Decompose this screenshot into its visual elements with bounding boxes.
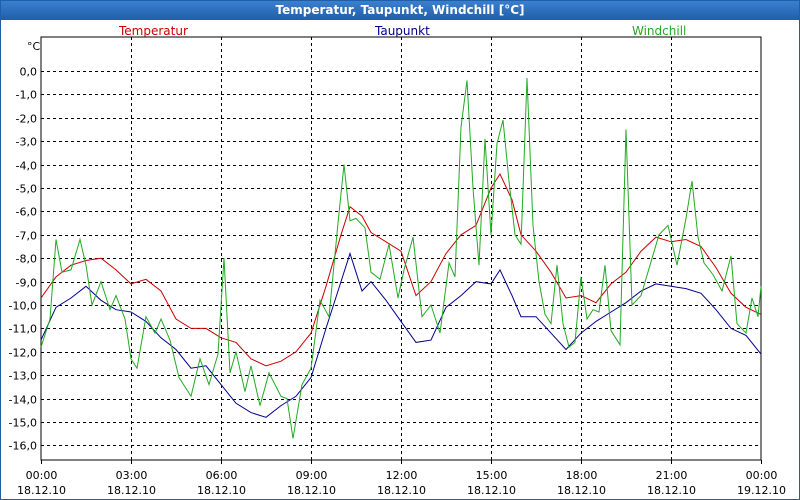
y-tick-label: -13,0 [9, 370, 37, 383]
x-tick-date-label: 18.12.10 [287, 484, 336, 497]
y-tick-label: -7,0 [16, 230, 37, 243]
x-tick-date-label: 19.12.10 [737, 484, 786, 497]
chart-plot: 0,0 -1,0 -2,0 -3,0 -4,0 -5,0 -6,0 -7,0 -8,0 -9,0 -… [9, 36, 786, 497]
y-tick-label: -9,0 [16, 277, 37, 290]
y-tick-label: -14,0 [9, 394, 37, 407]
x-tick-time-label: 00:00 [26, 469, 58, 482]
x-tick-date-label: 18.12.10 [557, 484, 606, 497]
x-tick-date-label: 18.12.10 [467, 484, 516, 497]
y-tick-label: -11,0 [9, 323, 37, 336]
x-tick-time-label: 06:00 [206, 469, 238, 482]
y-tick-label: -16,0 [9, 440, 37, 453]
x-tick-date-label: 18.12.10 [197, 484, 246, 497]
y-tick-label: -4,0 [16, 160, 37, 173]
y-tick-label: -10,0 [9, 300, 37, 313]
x-tick-time-label: 15:00 [476, 469, 508, 482]
x-tick-date-label: 18.12.10 [17, 484, 66, 497]
x-tick-date-label: 18.12.10 [377, 484, 426, 497]
x-tick-time-label: 03:00 [116, 469, 148, 482]
x-tick-time-label: 18:00 [566, 469, 598, 482]
y-tick-label: -12,0 [9, 347, 37, 360]
x-tick-time-label: 21:00 [656, 469, 688, 482]
y-tick-label: 0,0 [20, 66, 38, 79]
y-axis-label: °C [27, 40, 41, 53]
y-tick-label: -15,0 [9, 417, 37, 430]
y-tick-label: -3,0 [16, 136, 37, 149]
x-tick-time-label: 00:00 [746, 469, 778, 482]
x-tick-date-label: 18.12.10 [107, 484, 156, 497]
x-tick-time-label: 12:00 [386, 469, 418, 482]
y-tick-label: -2,0 [16, 113, 37, 126]
y-tick-label: -6,0 [16, 206, 37, 219]
x-tick-date-label: 18.12.10 [647, 484, 696, 497]
y-tick-label: -5,0 [16, 183, 37, 196]
y-tick-label: -8,0 [16, 253, 37, 266]
x-tick-time-label: 09:00 [296, 469, 328, 482]
y-tick-label: -1,0 [16, 89, 37, 102]
